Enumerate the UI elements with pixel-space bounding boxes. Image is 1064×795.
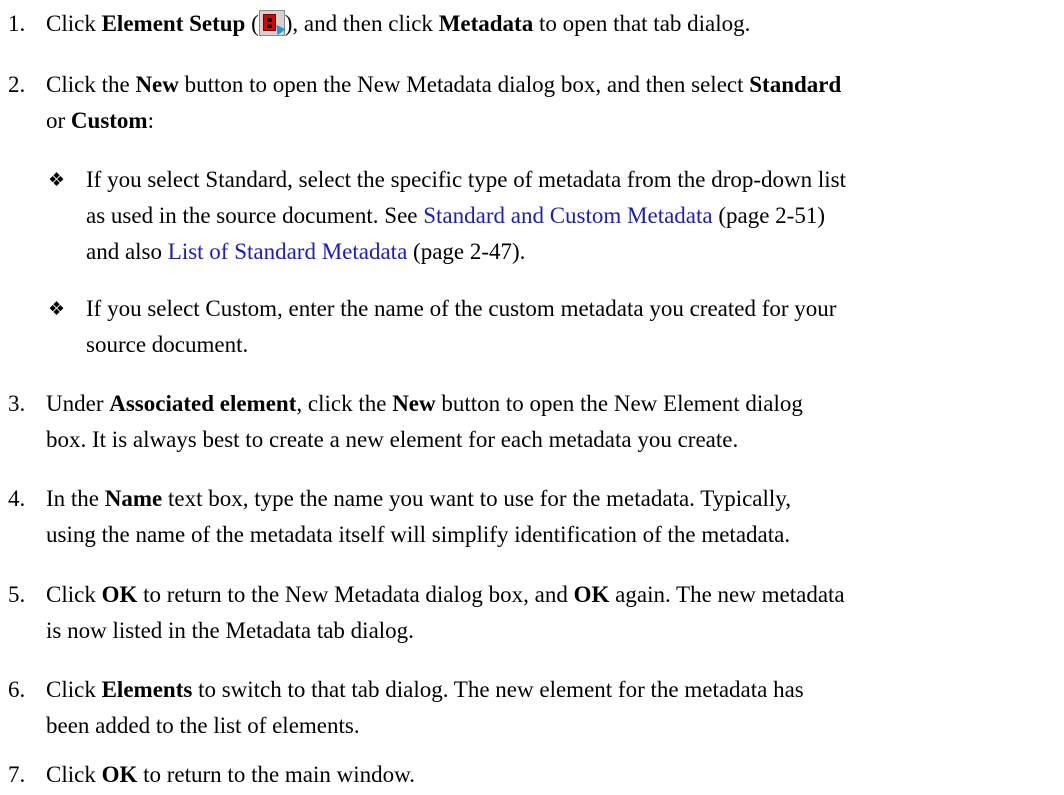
bold-term: Custom: [70, 108, 148, 133]
step-number: 7.: [8, 762, 26, 787]
step-number: 2.: [8, 72, 26, 97]
text-run: In the: [46, 486, 105, 511]
bold-term: Standard: [749, 72, 842, 97]
step-text: Click OK to return to the New Metadata d…: [46, 577, 1064, 649]
text-run: Click: [46, 762, 102, 787]
text-run: Click the: [46, 72, 136, 97]
text-run: Click: [46, 677, 102, 702]
bold-term: Associated element: [109, 391, 297, 416]
bold-term: OK: [573, 582, 610, 607]
text-run: to open that tab dialog.: [533, 11, 751, 36]
text-run: text box, type the name you want to use …: [162, 486, 792, 511]
bold-term: OK: [101, 582, 138, 607]
text-run: to switch to that tab dialog. The new el…: [192, 677, 804, 702]
step-number: 6.: [8, 677, 26, 702]
bold-term: Element Setup: [101, 11, 246, 36]
cross-reference-link[interactable]: Standard and Custom Metadata: [423, 203, 712, 228]
text-run: button to open the New Metadata dialog b…: [178, 72, 750, 97]
text-run: (page 2-51): [712, 203, 826, 228]
cross-reference-link[interactable]: List of Standard Metadata: [168, 239, 408, 264]
bullet-diamond-icon: ❖: [48, 169, 66, 191]
text-run: Click: [46, 582, 102, 607]
text-run: been added to the list of elements.: [46, 713, 360, 738]
bold-term: New: [135, 72, 179, 97]
text-run: and also: [86, 239, 168, 264]
step-number: 1.: [8, 11, 26, 36]
text-run: again. The new metadata: [609, 582, 845, 607]
text-run: or: [46, 108, 71, 133]
bold-term: Name: [104, 486, 163, 511]
step-number: 4.: [8, 486, 26, 511]
bold-term: OK: [101, 762, 138, 787]
element-setup-icon: [258, 10, 286, 36]
text-run: as used in the source document. See: [86, 203, 424, 228]
step-number: 5.: [8, 582, 26, 607]
bold-term: Metadata: [438, 11, 534, 36]
text-run: ), and then click: [284, 11, 439, 36]
text-run: source document.: [86, 332, 249, 357]
step-text: In the Name text box, type the name you …: [46, 481, 1064, 553]
text-run: box. It is always best to create a new e…: [46, 427, 739, 452]
step-text: Click Elements to switch to that tab dia…: [46, 672, 1064, 744]
text-run: to return to the main window.: [137, 762, 416, 787]
text-run: Click: [46, 11, 102, 36]
step-text: Click Element Setup ( ), and then click M…: [46, 6, 1064, 42]
bullet-text: If you select Standard, select the speci…: [86, 162, 1064, 270]
bold-term: Elements: [101, 677, 193, 702]
bullet-diamond-icon: ❖: [48, 298, 66, 320]
text-run: Under: [46, 391, 110, 416]
step-number: 3.: [8, 391, 26, 416]
text-run: using the name of the metadata itself wi…: [46, 522, 791, 547]
bullet-text: If you select Custom, enter the name of …: [86, 291, 1064, 363]
text-run: is now listed in the Metadata tab dialog…: [46, 618, 414, 643]
bold-term: New: [392, 391, 436, 416]
text-run: (page 2-47).: [407, 239, 526, 264]
text-run: , click the: [296, 391, 393, 416]
text-run: If you select Custom, enter the name of …: [86, 296, 837, 321]
step-text: Click the New button to open the New Met…: [46, 67, 1064, 139]
step-text: Click OK to return to the main window.: [46, 757, 1064, 793]
text-run: to return to the New Metadata dialog box…: [137, 582, 574, 607]
text-run: button to open the New Element dialog: [435, 391, 803, 416]
text-run: (: [245, 11, 259, 36]
text-run: :: [147, 108, 154, 133]
step-text: Under Associated element, click the New …: [46, 386, 1064, 458]
document-page: 1. Click Element Setup ( ), and then clic…: [0, 0, 1064, 795]
text-run: If you select Standard, select the speci…: [86, 167, 847, 192]
